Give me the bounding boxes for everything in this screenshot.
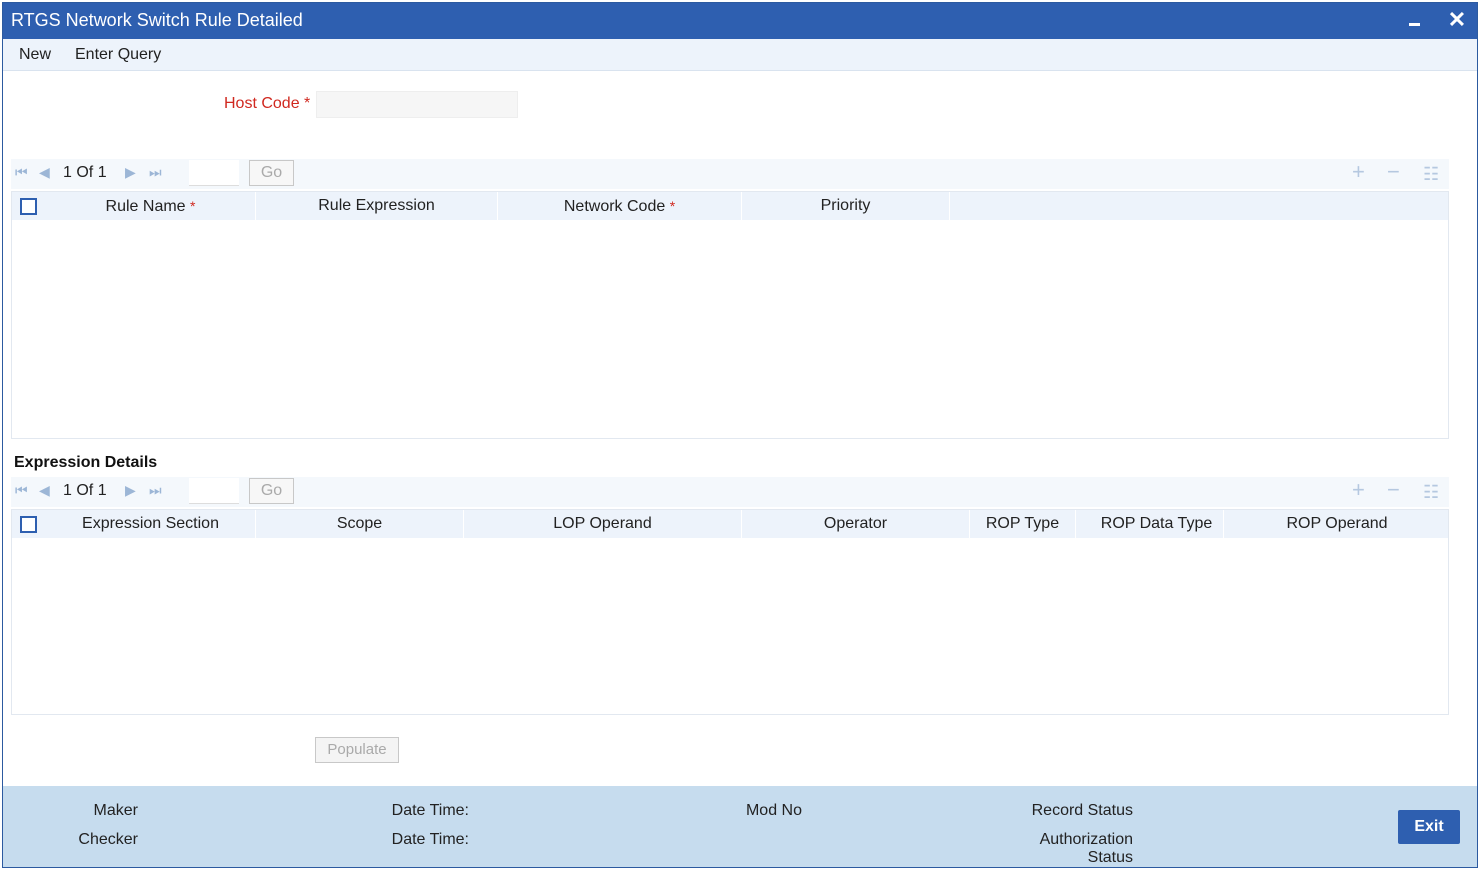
checker-date-time-label: Date Time: [391,831,469,848]
column-label: Rule Name [105,198,186,215]
single-view-icon[interactable]: ☷ [1423,163,1439,185]
column-rule-expression[interactable]: Rule Expression [256,192,498,220]
record-status-label: Record Status [1031,802,1133,819]
delete-row-icon[interactable]: − [1387,479,1400,501]
menu-bar: New Enter Query [3,39,1477,71]
delete-row-icon[interactable]: − [1387,161,1400,183]
close-icon[interactable]: ✕ [1445,5,1469,35]
last-page-icon[interactable]: ⏭ [149,165,163,179]
column-label: Network Code [563,198,666,215]
select-all-checkbox[interactable] [20,198,37,215]
window-title: RTGS Network Switch Rule Detailed [11,10,303,30]
expression-grid-header: Expression Section Scope LOP Operand Ope… [12,510,1448,538]
pager-current: 1 [63,164,72,181]
rules-pager: 1 Of 1 [63,164,107,182]
expression-grid: Expression Section Scope LOP Operand Ope… [11,509,1449,715]
populate-button[interactable]: Populate [315,737,399,763]
first-page-icon[interactable]: ⏮ [15,483,29,497]
title-bar: RTGS Network Switch Rule Detailed ✕ [3,3,1477,39]
next-page-icon[interactable]: ▶ [125,165,139,179]
column-operator[interactable]: Operator [742,510,970,538]
add-row-icon[interactable]: + [1352,479,1365,501]
add-row-icon[interactable]: + [1352,161,1365,183]
column-rop-operand[interactable]: ROP Operand [1224,510,1450,538]
expression-details-title: Expression Details [14,454,158,471]
host-code-label: Host Code * [224,95,310,113]
rules-grid-toolbar: ⏮ ◀ 1 Of 1 ▶ ⏭ Go + − ☷ [11,159,1449,189]
checker-label: Checker [78,831,138,848]
authorization-status-label: Status [1087,849,1133,866]
column-network-code[interactable]: Network Code * [498,192,742,220]
pager-current: 1 [63,482,72,499]
column-rule-name[interactable]: Rule Name * [46,192,256,220]
first-page-icon[interactable]: ⏮ [15,165,29,179]
last-page-icon[interactable]: ⏭ [149,483,163,497]
expression-grid-toolbar: ⏮ ◀ 1 Of 1 ▶ ⏭ Go + − ☷ [11,477,1449,507]
window: RTGS Network Switch Rule Detailed ✕ New … [2,2,1478,868]
expression-pager: 1 Of 1 [63,482,107,500]
mod-no-label: Mod No [745,802,802,819]
rules-grid: Rule Name * Rule Expression Network Code… [11,191,1449,439]
pager-of: Of [76,164,94,181]
go-button[interactable]: Go [249,160,294,186]
enter-query-menu-item[interactable]: Enter Query [75,46,161,64]
column-rop-type[interactable]: ROP Type [970,510,1076,538]
select-all-checkbox[interactable] [20,516,37,533]
host-code-label-text: Host Code [224,95,300,112]
required-marker: * [669,198,676,214]
single-view-icon[interactable]: ☷ [1423,481,1439,503]
rules-grid-header: Rule Name * Rule Expression Network Code… [12,192,1448,220]
page-number-input[interactable] [189,160,239,186]
column-rop-data-type[interactable]: ROP Data Type [1090,510,1224,538]
next-page-icon[interactable]: ▶ [125,483,139,497]
required-marker: * [304,95,311,112]
authorization-label: Authorization [1039,831,1133,848]
previous-page-icon[interactable]: ◀ [39,165,53,179]
maker-date-time-label: Date Time: [391,802,469,819]
column-priority[interactable]: Priority [742,192,950,220]
host-code-input[interactable] [316,91,518,118]
page-number-input[interactable] [189,478,239,504]
required-marker: * [190,198,196,214]
pager-total: 1 [97,164,107,181]
audit-footer: Maker Checker Date Time: Date Time: Mod … [3,786,1477,867]
exit-button[interactable]: Exit [1398,810,1460,844]
minimize-icon[interactable] [1403,7,1427,33]
pager-of: Of [76,482,94,499]
column-scope[interactable]: Scope [256,510,464,538]
column-expression-section[interactable]: Expression Section [46,510,256,538]
new-menu-item[interactable]: New [19,46,51,64]
maker-label: Maker [93,802,138,819]
pager-total: 1 [97,482,107,499]
go-button[interactable]: Go [249,478,294,504]
previous-page-icon[interactable]: ◀ [39,483,53,497]
column-lop-operand[interactable]: LOP Operand [464,510,742,538]
